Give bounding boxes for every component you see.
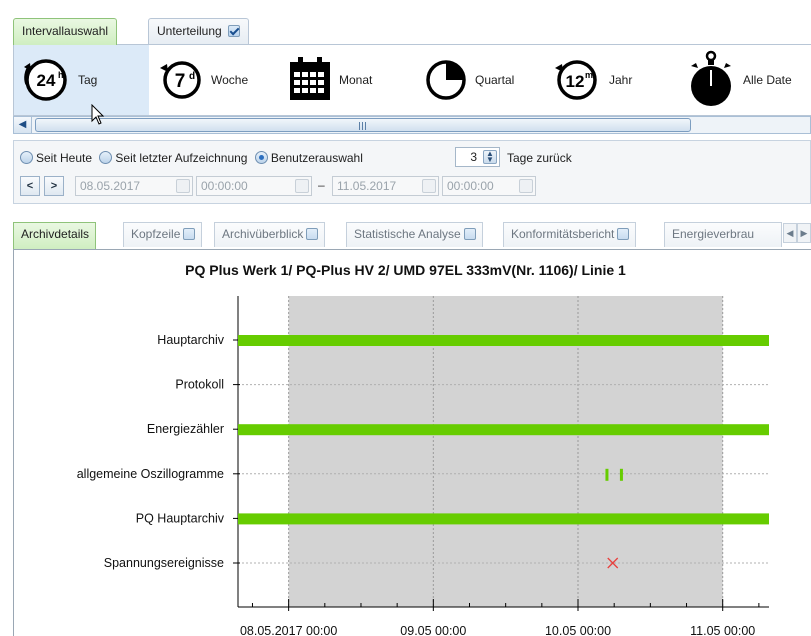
category-label: Energiezähler (147, 422, 224, 436)
category-label: Protokoll (175, 378, 224, 392)
availability-bar (238, 335, 769, 346)
category-label: Hauptarchiv (157, 333, 224, 347)
category-label: allgemeine Oszillogramme (77, 467, 224, 481)
tab-archivdetails-label: Archivdetails (21, 227, 90, 241)
tab-intervallauswahl-label: Intervallauswahl (22, 24, 109, 38)
x-tick-label: 08.05.2017 00:00 (240, 624, 337, 636)
x-tick-label: 09.05 00:00 (400, 624, 466, 636)
category-label: PQ Hauptarchiv (136, 511, 225, 525)
category-label: Spannungsereignisse (104, 556, 224, 570)
tab-intervallauswahl[interactable]: Intervallauswahl (13, 18, 118, 45)
record-mark (605, 468, 609, 481)
archive-timeline-chart: Hauptarchiv Protokoll Energiezähler allgeme… (77, 296, 769, 636)
tab-archivdetails[interactable]: Archivdetails (13, 222, 97, 249)
availability-bar (238, 513, 769, 525)
x-tick-label: 10.05 00:00 (545, 624, 611, 636)
availability-bar (238, 424, 769, 436)
record-mark (619, 468, 623, 481)
x-tick-label: 11.05 00:00 (690, 624, 755, 636)
